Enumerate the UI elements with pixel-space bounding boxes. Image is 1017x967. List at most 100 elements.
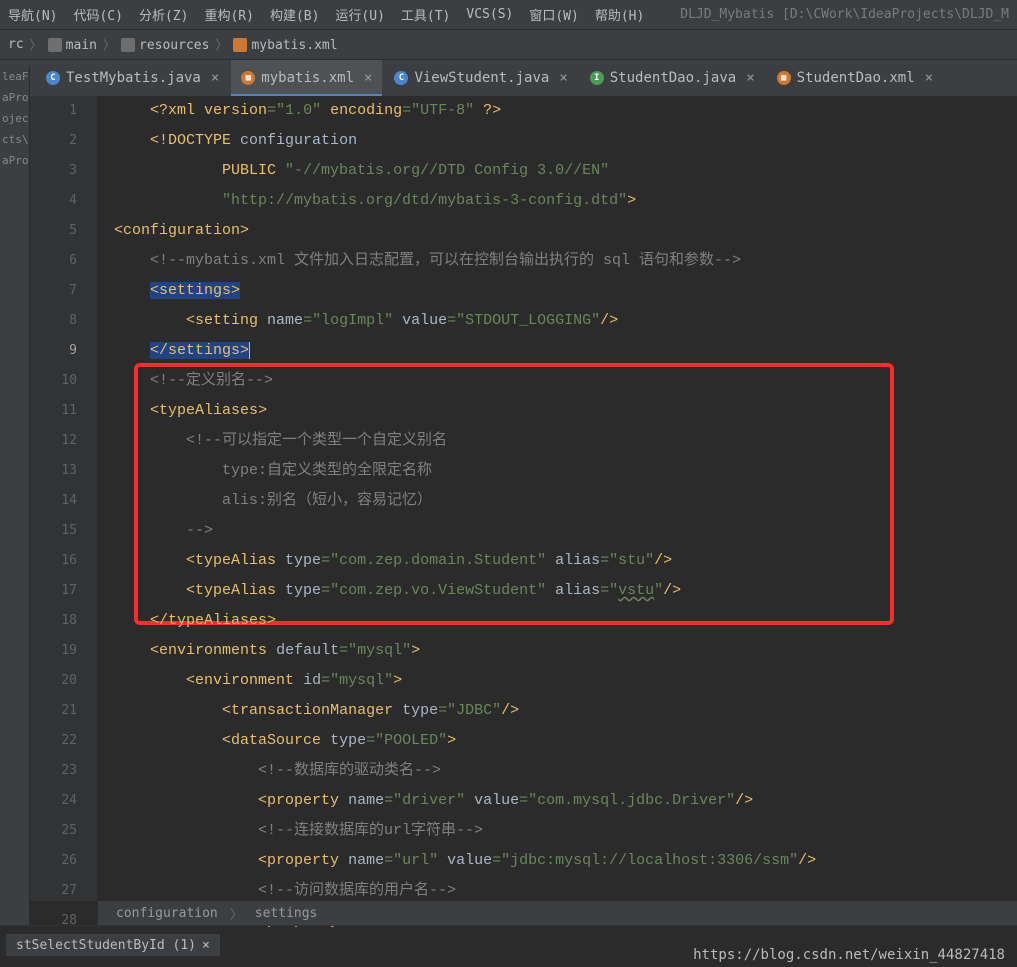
tab-mybatis-xml[interactable]: ▦ mybatis.xml × — [231, 60, 382, 96]
close-icon[interactable]: × — [559, 70, 567, 86]
line-number[interactable]: 3 — [30, 156, 97, 186]
line-number[interactable]: 8 — [30, 306, 97, 336]
run-config-tab[interactable]: stSelectStudentById (1) × — [6, 934, 220, 956]
menu-analyze[interactable]: 分析(Z) — [139, 5, 188, 24]
code-line[interactable]: <environments default="mysql"> — [114, 636, 1017, 666]
menu-build[interactable]: 构建(B) — [270, 5, 319, 24]
breadcrumb: rc 〉 main 〉 resources 〉 mybatis.xml — [0, 30, 1017, 60]
code-line[interactable]: <!--数据库的驱动类名--> — [114, 756, 1017, 786]
tab-studentdao-java[interactable]: I StudentDao.java × — [580, 60, 765, 96]
code-line[interactable]: "http://mybatis.org/dtd/mybatis-3-config… — [114, 186, 1017, 216]
line-number[interactable]: 26 — [30, 846, 97, 876]
project-item[interactable]: aPro — [0, 87, 29, 108]
code-line[interactable]: PUBLIC "-//mybatis.org//DTD Config 3.0//… — [114, 156, 1017, 186]
menu-code[interactable]: 代码(C) — [73, 5, 122, 24]
line-number[interactable]: 24 — [30, 786, 97, 816]
project-item[interactable]: leaF — [0, 66, 29, 87]
tab-testmybatis[interactable]: C TestMybatis.java × — [36, 60, 229, 96]
code-line[interactable]: <setting name="logImpl" value="STDOUT_LO… — [114, 306, 1017, 336]
tab-label: StudentDao.xml — [797, 70, 915, 86]
text-caret — [249, 342, 250, 359]
tab-viewstudent[interactable]: C ViewStudent.java × — [384, 60, 577, 96]
chevron-right-icon: 〉 — [103, 36, 115, 53]
line-number[interactable]: 20 — [30, 666, 97, 696]
project-item[interactable]: cts\ — [0, 129, 29, 150]
chevron-right-icon: 〉 — [215, 36, 227, 53]
code-line[interactable]: <settings> — [114, 276, 1017, 306]
project-item[interactable]: aPro — [0, 150, 29, 171]
line-number[interactable]: 19 — [30, 636, 97, 666]
code-line[interactable]: <transactionManager type="JDBC"/> — [114, 696, 1017, 726]
code-line[interactable]: <typeAlias type="com.zep.vo.ViewStudent"… — [114, 576, 1017, 606]
line-number[interactable]: 23 — [30, 756, 97, 786]
code-line[interactable]: <typeAlias type="com.zep.domain.Student"… — [114, 546, 1017, 576]
code-editor[interactable]: 1 2 3 4 5 6 7 8 9 10 11 12 13 14 15 16 1… — [30, 96, 1017, 925]
code-line[interactable]: <?xml version="1.0" encoding="UTF-8" ?> — [114, 96, 1017, 126]
line-number[interactable]: 11 — [30, 396, 97, 426]
line-number-current[interactable]: 9 — [30, 336, 97, 366]
tab-studentdao-xml[interactable]: ▦ StudentDao.xml × — [767, 60, 943, 96]
crumb-item[interactable]: rc — [8, 37, 24, 52]
crumb-node[interactable]: settings — [255, 906, 318, 921]
code-line[interactable]: --> — [114, 516, 1017, 546]
code-line[interactable]: <!DOCTYPE configuration — [114, 126, 1017, 156]
line-number[interactable]: 6 — [30, 246, 97, 276]
line-number[interactable]: 27 — [30, 876, 97, 906]
menu-vcs[interactable]: VCS(S) — [466, 7, 513, 22]
code-line[interactable]: alis:别名（短小，容易记忆） — [114, 486, 1017, 516]
crumb-item[interactable]: mybatis.xml — [233, 37, 337, 53]
line-number[interactable]: 18 — [30, 606, 97, 636]
line-number[interactable]: 4 — [30, 186, 97, 216]
code-line[interactable]: <!--可以指定一个类型一个自定义别名 — [114, 426, 1017, 456]
menu-help[interactable]: 帮助(H) — [595, 5, 644, 24]
code-line[interactable]: <!--连接数据库的url字符串--> — [114, 816, 1017, 846]
line-number[interactable]: 7 — [30, 276, 97, 306]
menu-run[interactable]: 运行(U) — [335, 5, 384, 24]
crumb-item[interactable]: resources — [121, 37, 209, 53]
line-number[interactable]: 25 — [30, 816, 97, 846]
close-icon[interactable]: × — [211, 70, 219, 86]
line-number[interactable]: 2 — [30, 126, 97, 156]
menu-tools[interactable]: 工具(T) — [401, 5, 450, 24]
code-line[interactable]: <dataSource type="POOLED"> — [114, 726, 1017, 756]
run-config-label: stSelectStudentById (1) — [16, 938, 196, 953]
line-number[interactable]: 14 — [30, 486, 97, 516]
close-icon[interactable]: × — [364, 70, 372, 86]
structure-breadcrumb[interactable]: configuration 〉 settings — [98, 901, 1017, 925]
code-line[interactable]: <property name="driver" value="com.mysql… — [114, 786, 1017, 816]
menu-refactor[interactable]: 重构(R) — [204, 5, 253, 24]
line-number[interactable]: 15 — [30, 516, 97, 546]
project-item[interactable]: ojec — [0, 108, 29, 129]
chevron-right-icon: 〉 — [230, 904, 243, 923]
tab-label: mybatis.xml — [261, 70, 354, 86]
code-line[interactable]: <property name="url" value="jdbc:mysql:/… — [114, 846, 1017, 876]
line-gutter[interactable]: 1 2 3 4 5 6 7 8 9 10 11 12 13 14 15 16 1… — [30, 96, 98, 901]
code-line[interactable]: <!--定义别名--> — [114, 366, 1017, 396]
line-number[interactable]: 21 — [30, 696, 97, 726]
line-number[interactable]: 5 — [30, 216, 97, 246]
tab-label: TestMybatis.java — [66, 70, 201, 86]
line-number[interactable]: 10 — [30, 366, 97, 396]
code-line[interactable]: <typeAliases> — [114, 396, 1017, 426]
line-number[interactable]: 13 — [30, 456, 97, 486]
code-line[interactable]: </typeAliases> — [114, 606, 1017, 636]
line-number[interactable]: 12 — [30, 426, 97, 456]
line-number[interactable]: 1 — [30, 96, 97, 126]
line-number[interactable]: 22 — [30, 726, 97, 756]
menu-window[interactable]: 窗口(W) — [529, 5, 578, 24]
line-number[interactable]: 16 — [30, 546, 97, 576]
close-icon[interactable]: × — [925, 70, 933, 86]
code-line[interactable]: </settings> — [114, 336, 1017, 366]
crumb-item[interactable]: main — [48, 37, 97, 53]
code-area[interactable]: <?xml version="1.0" encoding="UTF-8" ?> … — [98, 96, 1017, 901]
project-tool-window[interactable]: leaF aPro ojec cts\ aPro — [0, 66, 30, 925]
code-line[interactable]: <configuration> — [114, 216, 1017, 246]
crumb-node[interactable]: configuration — [116, 906, 218, 921]
code-line[interactable]: <environment id="mysql"> — [114, 666, 1017, 696]
close-icon[interactable]: × — [746, 70, 754, 86]
line-number[interactable]: 17 — [30, 576, 97, 606]
close-icon[interactable]: × — [202, 938, 210, 953]
code-line[interactable]: <!--mybatis.xml 文件加入日志配置，可以在控制台输出执行的 sql… — [114, 246, 1017, 276]
code-line[interactable]: type:自定义类型的全限定名称 — [114, 456, 1017, 486]
menu-navigate[interactable]: 导航(N) — [8, 5, 57, 24]
